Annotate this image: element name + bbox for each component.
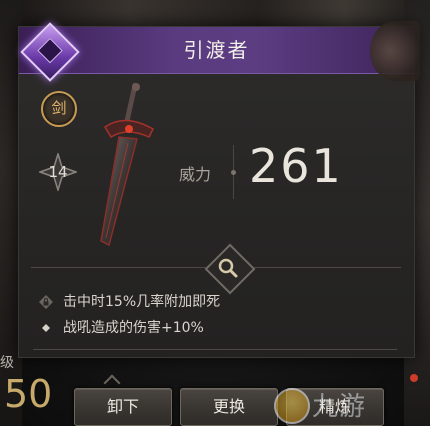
change-button[interactable]: 更换 bbox=[180, 388, 278, 426]
watermark: 九游 bbox=[272, 380, 430, 426]
effect-item: 击中时15%几率附加即死 bbox=[35, 289, 395, 315]
item-level-text: 14 bbox=[48, 163, 68, 181]
player-level-label: 级 bbox=[0, 355, 14, 371]
item-level-badge: 14 bbox=[37, 151, 79, 193]
item-detail-panel: 引渡者 剑 14 威力 261 击中时15%几率附加即死 战吼造成的伤害+10% bbox=[18, 21, 420, 358]
magnifier-icon[interactable] bbox=[216, 256, 240, 280]
diamond-bullet-icon bbox=[42, 324, 50, 332]
effect-item: 战吼造成的伤害+10% bbox=[35, 315, 395, 341]
weapon-type-badge: 剑 bbox=[41, 91, 77, 127]
effects-list: 击中时15%几率附加即死 战吼造成的伤害+10% bbox=[35, 289, 395, 341]
sword-icon bbox=[100, 83, 154, 247]
lock-icon bbox=[39, 295, 53, 309]
panel-bottom-edge bbox=[33, 349, 397, 354]
effect-text: 战吼造成的伤害+10% bbox=[63, 320, 204, 336]
unequip-button[interactable]: 卸下 bbox=[74, 388, 172, 426]
stat-value-power: 261 bbox=[249, 139, 343, 193]
title-bar: 引渡者 bbox=[19, 21, 420, 82]
player-level-value: 50 bbox=[4, 372, 53, 416]
stat-separator-dot bbox=[231, 170, 236, 175]
watermark-logo-icon bbox=[274, 388, 310, 424]
stat-label-power: 威力 bbox=[179, 165, 212, 184]
watermark-text: 九游 bbox=[312, 392, 367, 422]
background-scene-top bbox=[0, 0, 430, 26]
item-name: 引渡者 bbox=[183, 38, 250, 62]
effect-text: 击中时15%几率附加即死 bbox=[63, 294, 221, 310]
